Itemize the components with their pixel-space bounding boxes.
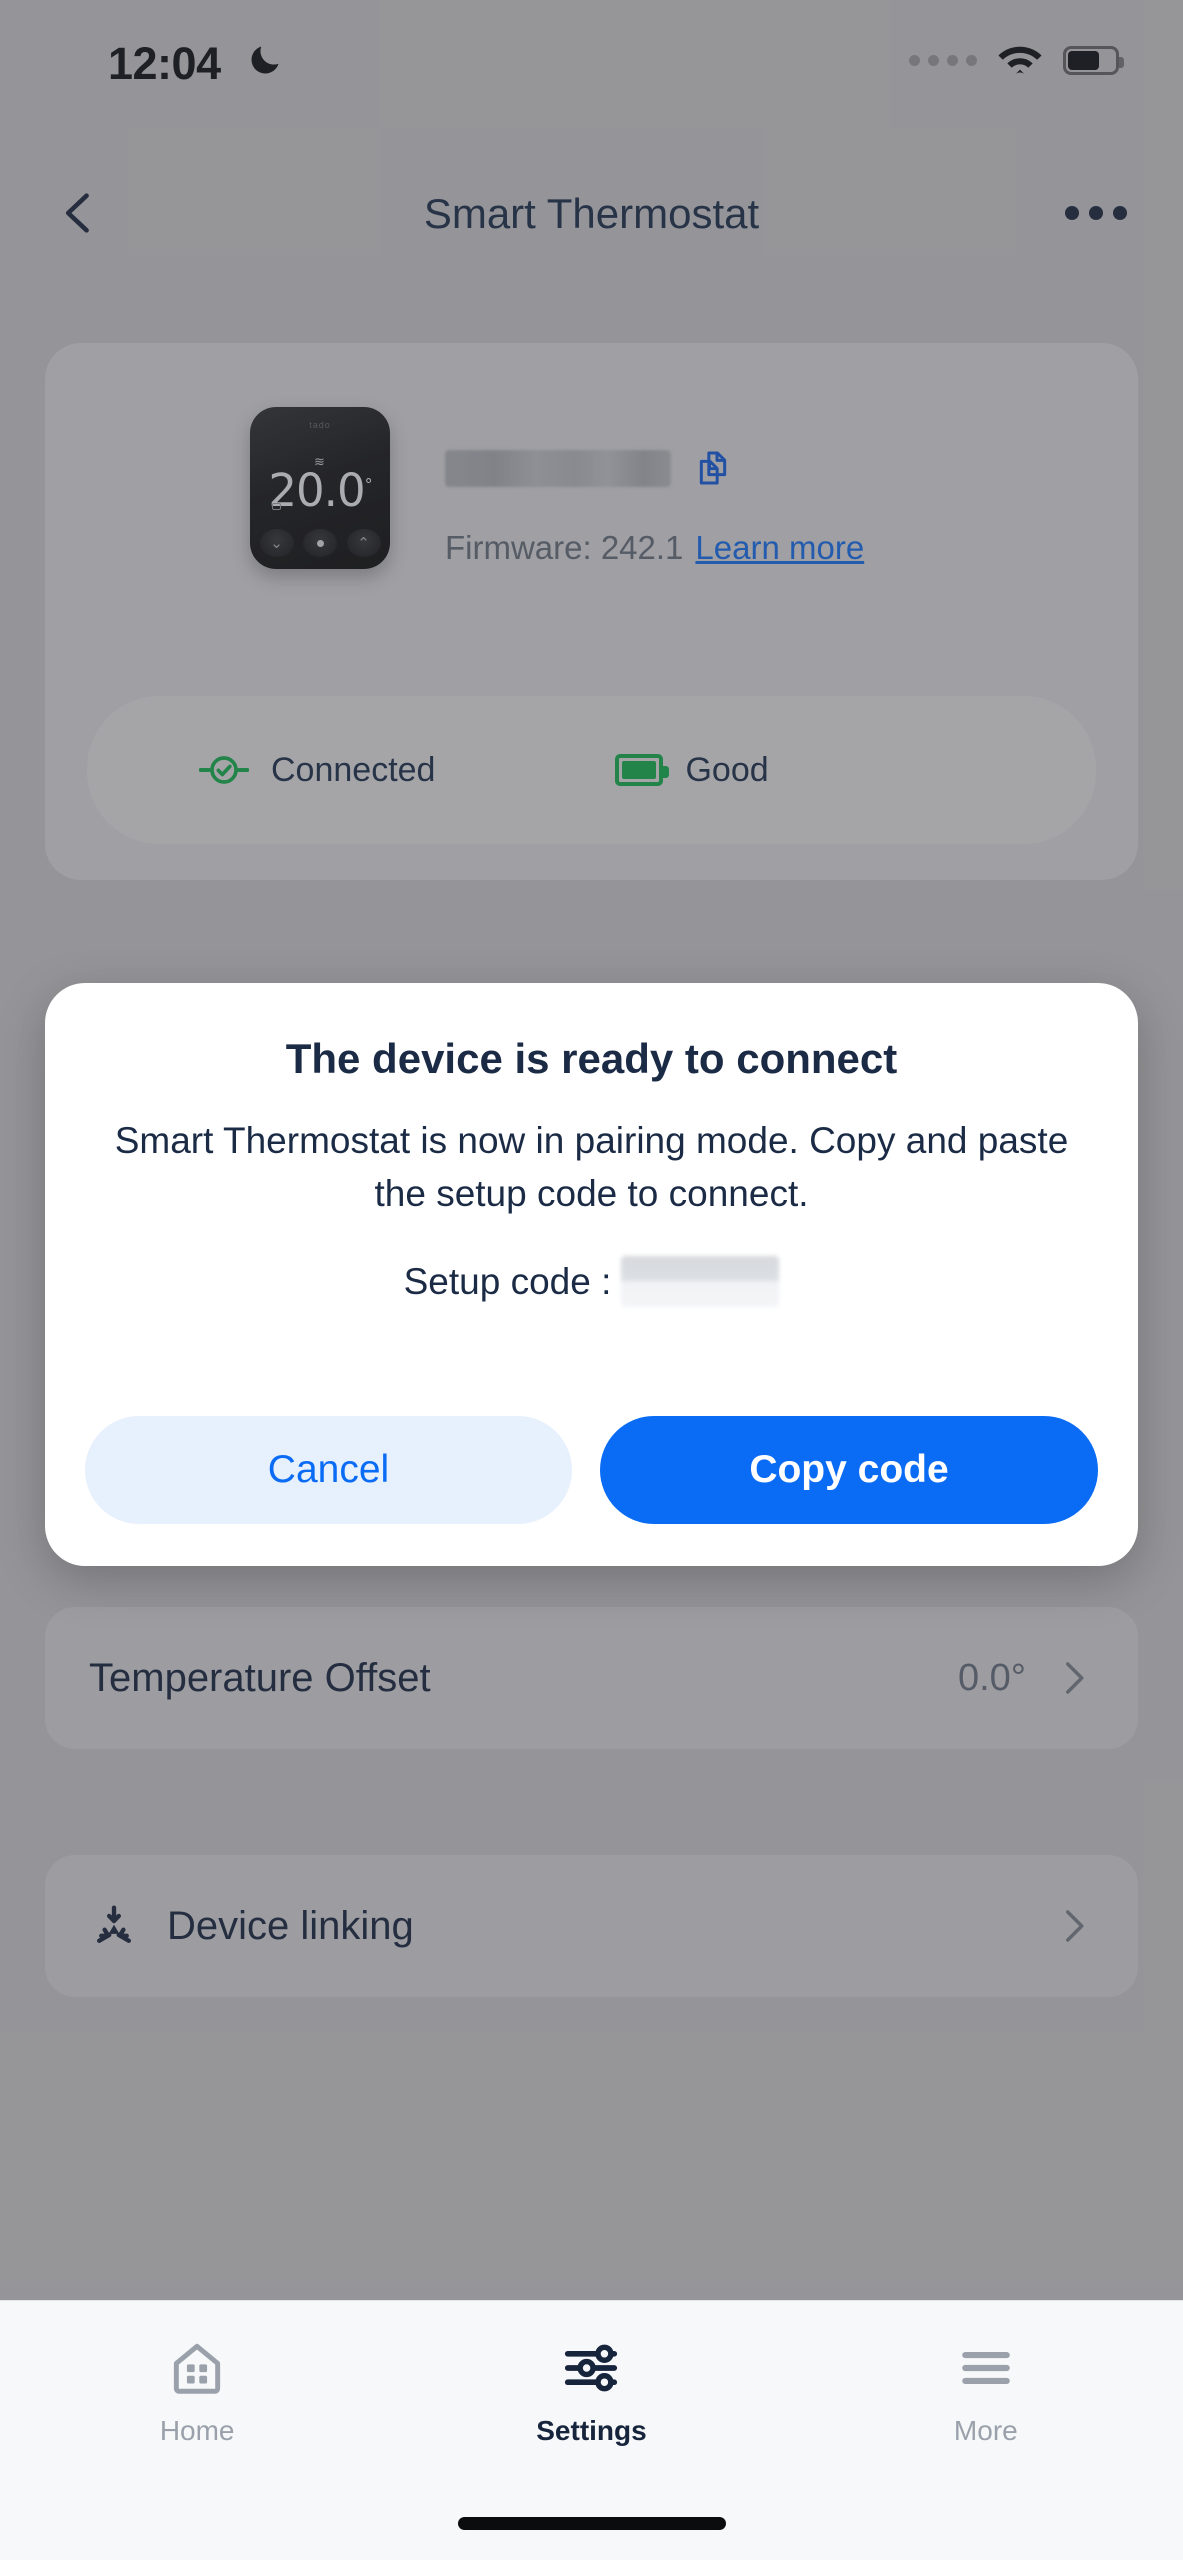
device-name-redacted <box>445 449 671 487</box>
crescent-moon-icon <box>251 46 279 74</box>
link-check-icon <box>199 756 249 784</box>
sliders-icon <box>565 2344 618 2392</box>
device-info-card: tado ≋ 20.0° ⌄ ⌃ Firmware: 242.1 Learn m… <box>45 343 1138 880</box>
connection-status-label: Connected <box>271 750 436 789</box>
modal-title: The device is ready to connect <box>285 1035 898 1082</box>
status-bar-icons <box>909 40 1124 80</box>
temperature-offset-value: 0.0° <box>957 1656 1026 1699</box>
setting-row-temperature-offset[interactable]: Temperature Offset 0.0° <box>45 1607 1138 1749</box>
device-card-top: tado ≋ 20.0° ⌄ ⌃ Firmware: 242.1 Learn m… <box>45 343 1138 683</box>
pairing-modal: The device is ready to connect Smart The… <box>45 983 1138 1566</box>
tab-settings-label: Settings <box>536 2415 647 2446</box>
device-linking-right <box>1052 1905 1094 1947</box>
thermostat-device-image: tado ≋ 20.0° ⌄ ⌃ <box>250 407 390 569</box>
tab-more-label: More <box>953 2415 1018 2446</box>
chevron-right-icon <box>1066 1662 1084 1694</box>
copy-code-button[interactable]: Copy code <box>600 1416 1098 1524</box>
modal-body-text: Smart Thermostat is now in pairing mode.… <box>114 1120 1069 1214</box>
setup-code-row: Setup code : <box>45 1256 1138 1308</box>
setup-code-label: Setup code : <box>403 1260 612 1302</box>
battery-status: Good <box>615 750 769 790</box>
cellular-dots-icon <box>909 54 977 66</box>
firmware-row: Firmware: 242.1 Learn more <box>445 529 1085 567</box>
thermostat-temperature: 20.0° <box>268 464 372 517</box>
setup-code-value-redacted <box>621 1256 780 1308</box>
temperature-offset-label: Temperature Offset <box>89 1655 431 1700</box>
thermostat-buttons: ⌄ ⌃ <box>250 529 390 557</box>
tab-home-label: Home <box>159 2415 235 2446</box>
device-details: Firmware: 242.1 Learn more <box>445 447 1085 567</box>
home-indicator <box>457 2517 726 2530</box>
device-name-row <box>445 447 1085 489</box>
dot-icon <box>303 529 337 557</box>
navigation-bar: Smart Thermostat <box>0 160 1183 270</box>
tab-more[interactable]: More <box>789 2337 1183 2447</box>
battery-status-label: Good <box>685 750 769 789</box>
thermostat-mode-icon <box>272 503 281 510</box>
setting-row-device-linking[interactable]: Device linking <box>45 1855 1138 1997</box>
tab-settings[interactable]: Settings <box>394 2337 788 2447</box>
bottom-tab-bar: Home Settings More <box>0 2300 1183 2560</box>
firmware-label: Firmware: 242.1 <box>445 529 684 566</box>
chevron-right-icon <box>1066 1910 1084 1942</box>
connection-status: Connected <box>199 751 435 790</box>
copy-icon[interactable] <box>693 447 733 489</box>
wifi-icon <box>998 46 1042 75</box>
modal-actions: Cancel Copy code <box>85 1416 1098 1524</box>
app-screen: 12:04 Smart Thermostat tado ≋ 20.0° ⌄ ⌃ … <box>0 0 1183 2560</box>
thermostat-brand-label: tado <box>309 420 331 430</box>
device-linking-icon <box>89 1901 139 1951</box>
status-bar: 12:04 <box>0 0 1183 112</box>
ellipsis-icon <box>1065 206 1079 220</box>
chevron-up-icon: ⌃ <box>346 529 381 557</box>
temperature-offset-right: 0.0° <box>958 1657 1094 1700</box>
tab-home[interactable]: Home <box>0 2337 394 2447</box>
page-title: Smart Thermostat <box>423 190 760 237</box>
home-icon <box>174 2343 221 2394</box>
device-status-strip: Connected Good <box>87 696 1096 844</box>
status-bar-clock: 12:04 <box>108 38 221 89</box>
device-linking-label: Device linking <box>167 1903 414 1948</box>
chevron-down-icon: ⌄ <box>259 529 294 557</box>
hamburger-icon <box>962 2351 1010 2385</box>
learn-more-link[interactable]: Learn more <box>695 529 864 566</box>
more-options-button[interactable] <box>1061 186 1131 240</box>
cancel-button[interactable]: Cancel <box>85 1416 572 1524</box>
battery-good-icon <box>615 754 670 786</box>
battery-icon <box>1063 45 1124 75</box>
